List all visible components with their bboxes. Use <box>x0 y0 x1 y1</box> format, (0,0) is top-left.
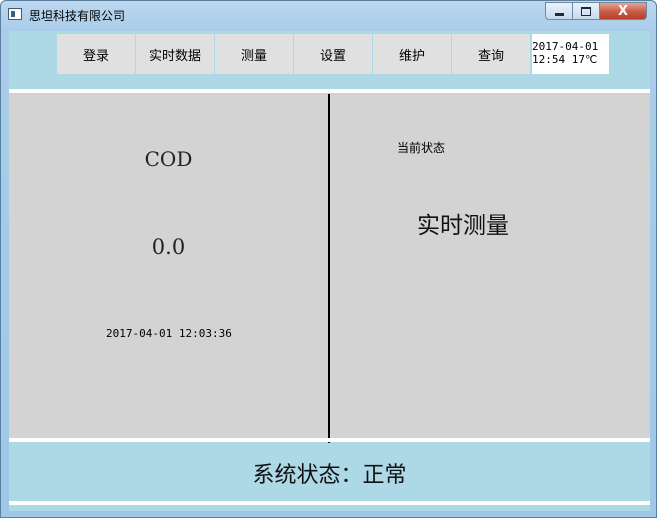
app-window: 思坦科技有限公司 X 登录 实时数据 测量 设置 维护 查询 2017-04-0… <box>0 0 657 518</box>
window-controls: X <box>545 2 647 21</box>
bottom-separator <box>9 438 650 442</box>
close-icon: X <box>617 3 629 19</box>
current-status-value: 实时测量 <box>417 213 509 239</box>
footer-separator <box>9 501 650 505</box>
parameter-value: 0.0 <box>151 235 186 259</box>
status-panel <box>330 94 650 438</box>
maximize-icon <box>581 6 591 16</box>
measurement-timestamp: 2017-04-01 12:03:36 <box>106 327 232 340</box>
clock-time-temperature: 12:54 17℃ <box>532 53 598 66</box>
system-status-text: 系统状态：正常 <box>252 463 407 488</box>
clock-display: 2017-04-01 12:54 17℃ <box>532 34 609 74</box>
panel-divider <box>328 94 330 443</box>
title-bar[interactable]: 思坦科技有限公司 X <box>1 1 657 29</box>
measure-button[interactable]: 测量 <box>215 34 293 74</box>
measurement-panel <box>9 94 328 438</box>
menu-bar: 登录 实时数据 测量 设置 维护 查询 2017-04-01 12:54 17℃ <box>57 34 609 74</box>
minimize-icon <box>554 12 564 16</box>
maximize-button[interactable] <box>573 2 600 20</box>
top-separator <box>9 89 650 93</box>
current-status-label: 当前状态 <box>397 141 446 155</box>
close-button[interactable]: X <box>600 2 647 20</box>
client-area: 登录 实时数据 测量 设置 维护 查询 2017-04-01 12:54 17℃… <box>9 31 650 511</box>
minimize-button[interactable] <box>545 2 573 20</box>
window-title: 思坦科技有限公司 <box>29 9 126 23</box>
login-button[interactable]: 登录 <box>57 34 135 74</box>
realtime-data-button[interactable]: 实时数据 <box>136 34 214 74</box>
app-window-icon[interactable] <box>8 8 22 20</box>
parameter-label: COD <box>144 147 193 171</box>
settings-button[interactable]: 设置 <box>294 34 372 74</box>
clock-date: 2017-04-01 <box>532 40 599 53</box>
maintenance-button[interactable]: 维护 <box>373 34 451 74</box>
query-button[interactable]: 查询 <box>452 34 530 74</box>
